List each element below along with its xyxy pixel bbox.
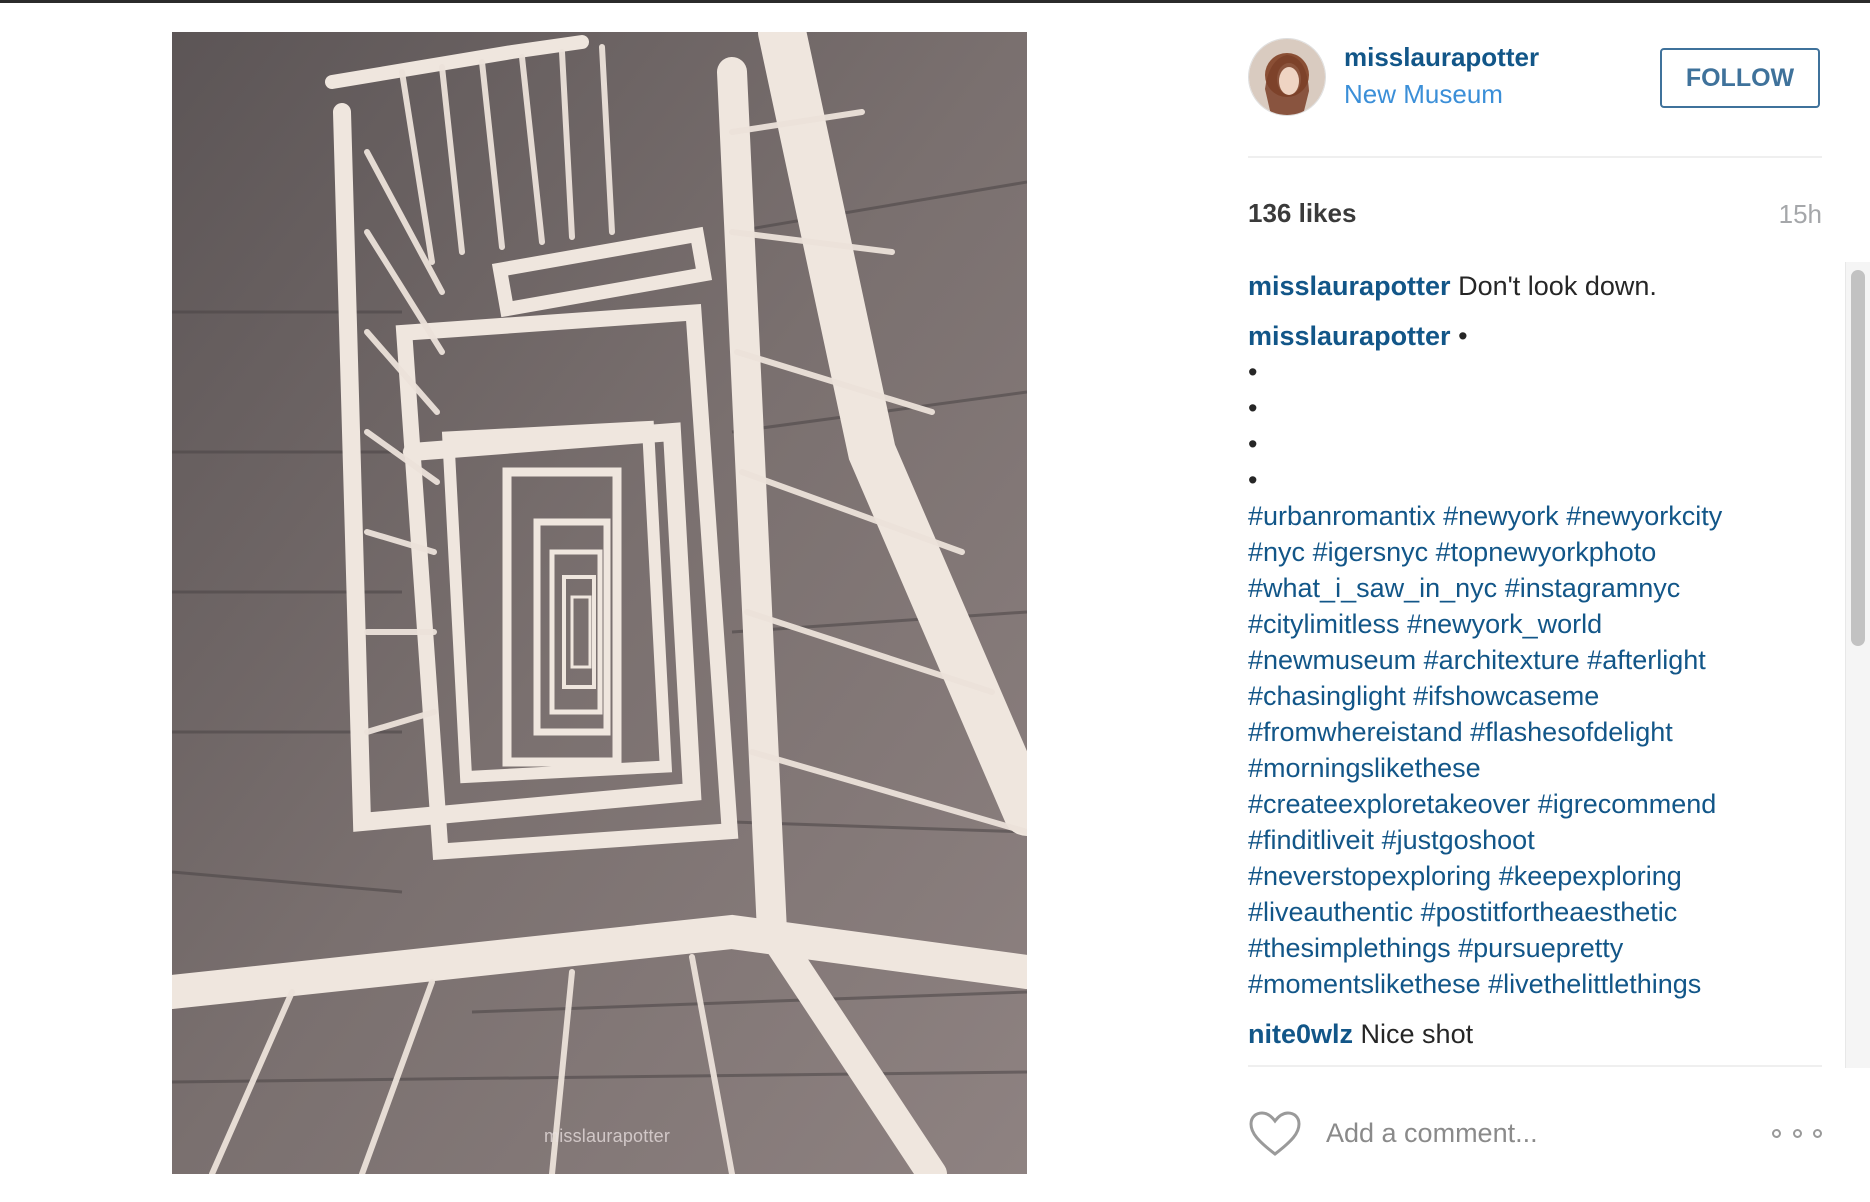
hashtag-link[interactable]: #what_i_saw_in_nyc <box>1248 573 1497 603</box>
hashtag-line: #morningslikethese <box>1248 750 1822 786</box>
comment-bullet: • <box>1248 393 1258 423</box>
dot-icon <box>1792 1128 1802 1138</box>
hashtag-line: #momentslikethese #livethelittlethings <box>1248 966 1822 1002</box>
list-item: nite0wlz Nice shot <box>1248 1016 1822 1052</box>
hashtag-link[interactable]: #citylimitless <box>1248 609 1400 639</box>
hashtag-link[interactable]: #newyork_world <box>1407 609 1602 639</box>
hashtag-line: #newmuseum #architexture #afterlight <box>1248 642 1822 678</box>
hashtag-link[interactable]: #liveauthentic <box>1248 897 1413 927</box>
post-header: misslaurapotter New Museum FOLLOW <box>1248 38 1822 118</box>
heart-icon[interactable] <box>1248 1110 1302 1158</box>
hashtag-link[interactable]: #finditliveit <box>1248 825 1374 855</box>
dot-icon <box>1813 1128 1822 1138</box>
hashtag-line: #createexploretakeover #igrecommend <box>1248 786 1822 822</box>
hashtag-line: #nyc #igersnyc #topnewyorkphoto <box>1248 534 1822 570</box>
add-comment-bar <box>1248 1106 1822 1162</box>
photo-watermark: misslaurapotter <box>544 1126 671 1146</box>
hashtag-link[interactable]: #igersnyc <box>1313 537 1429 567</box>
comment-username[interactable]: nite0wlz <box>1248 1019 1353 1049</box>
hashtag-line: #what_i_saw_in_nyc #instagramnyc <box>1248 570 1822 606</box>
hashtag-link[interactable]: #topnewyorkphoto <box>1436 537 1657 567</box>
list-item: misslaurapotter • • • • • #urbanromantix… <box>1248 318 1822 1002</box>
hashtag-link[interactable]: #createexploretakeover <box>1248 789 1530 819</box>
comment-text: • <box>1450 321 1468 351</box>
hashtag-link[interactable]: #livethelittlethings <box>1488 969 1701 999</box>
hashtag-line: #chasinglight #ifshowcaseme <box>1248 678 1822 714</box>
hashtag-link[interactable]: #flashesofdelight <box>1470 717 1673 747</box>
comments-list: misslaurapotter Don't look down. misslau… <box>1248 268 1822 1058</box>
hashtag-link[interactable]: #morningslikethese <box>1248 753 1481 783</box>
more-options-icon[interactable] <box>1772 1118 1822 1148</box>
hashtag-link[interactable]: #thesimplethings <box>1248 933 1451 963</box>
comment-text: Don't look down. <box>1458 271 1657 301</box>
hashtag-link[interactable]: #urbanromantix <box>1248 501 1436 531</box>
comment-bullet: • <box>1248 429 1258 459</box>
stairwell-photo-image <box>172 32 1027 1174</box>
user-avatar-icon <box>1249 39 1325 115</box>
comment-bullet: • <box>1248 357 1258 387</box>
username-link[interactable]: misslaurapotter <box>1344 42 1539 73</box>
comment-text: Nice shot <box>1360 1019 1474 1049</box>
hashtag-line: #liveauthentic #postitfortheaesthetic <box>1248 894 1822 930</box>
hashtag-link[interactable]: #ifshowcaseme <box>1413 681 1599 711</box>
hashtag-link[interactable]: #igrecommend <box>1538 789 1717 819</box>
comments-scrollbar[interactable] <box>1845 262 1870 1068</box>
hashtag-link[interactable]: #newmuseum <box>1248 645 1416 675</box>
scrollbar-thumb[interactable] <box>1851 270 1865 646</box>
hashtag-line: #citylimitless #newyork_world <box>1248 606 1822 642</box>
post-photo[interactable]: misslaurapotter <box>172 32 1027 1174</box>
dot-icon <box>1772 1128 1781 1138</box>
avatar[interactable] <box>1248 38 1326 116</box>
hashtag-block: #urbanromantix #newyork #newyorkcity #nyc… <box>1248 498 1822 1002</box>
hashtag-line: #fromwhereistand #flashesofdelight <box>1248 714 1822 750</box>
comments-divider <box>1248 1065 1822 1067</box>
hashtag-link[interactable]: #instagramnyc <box>1505 573 1681 603</box>
hashtag-line: #neverstopexploring #keepexploring <box>1248 858 1822 894</box>
hashtag-link[interactable]: #pursuepretty <box>1458 933 1623 963</box>
hashtag-line: #urbanromantix #newyork #newyorkcity <box>1248 498 1822 534</box>
hashtag-link[interactable]: #neverstopexploring <box>1248 861 1491 891</box>
comment-bullet: • <box>1248 465 1258 495</box>
hashtag-link[interactable]: #newyork <box>1443 501 1559 531</box>
hashtag-link[interactable]: #chasinglight <box>1248 681 1406 711</box>
post-details-panel: misslaurapotter New Museum FOLLOW 136 li… <box>1248 0 1870 1202</box>
hashtag-link[interactable]: #justgoshoot <box>1382 825 1535 855</box>
header-divider <box>1248 156 1822 158</box>
comment-username[interactable]: misslaurapotter <box>1248 321 1451 351</box>
comment-username[interactable]: misslaurapotter <box>1248 271 1451 301</box>
hashtag-link[interactable]: #nyc <box>1248 537 1305 567</box>
hashtag-link[interactable]: #fromwhereistand <box>1248 717 1463 747</box>
hashtag-link[interactable]: #momentslikethese <box>1248 969 1481 999</box>
follow-button[interactable]: FOLLOW <box>1660 48 1820 108</box>
hashtag-link[interactable]: #architexture <box>1424 645 1580 675</box>
hashtag-link[interactable]: #postitfortheaesthetic <box>1421 897 1678 927</box>
location-link[interactable]: New Museum <box>1344 79 1503 110</box>
hashtag-line: #finditliveit #justgoshoot <box>1248 822 1822 858</box>
hashtag-link[interactable]: #keepexploring <box>1499 861 1682 891</box>
post-timestamp[interactable]: 15h <box>1779 199 1822 230</box>
likes-count[interactable]: 136 likes <box>1248 198 1356 229</box>
hashtag-link[interactable]: #afterlight <box>1587 645 1706 675</box>
comment-input[interactable] <box>1324 1110 1728 1156</box>
hashtag-link[interactable]: #newyorkcity <box>1566 501 1722 531</box>
list-item: misslaurapotter Don't look down. <box>1248 268 1822 304</box>
hashtag-line: #thesimplethings #pursuepretty <box>1248 930 1822 966</box>
